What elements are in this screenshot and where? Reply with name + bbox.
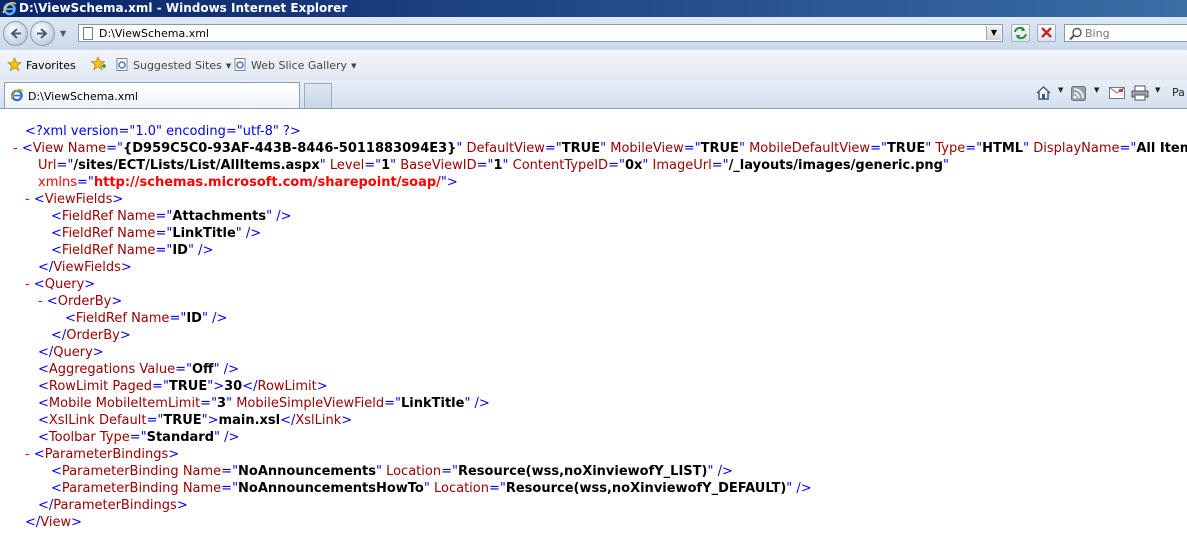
collapse-toggle[interactable]: - (25, 277, 30, 292)
favorites-bar: Favorites Suggested Sites ▼ Web Slice Gal… (0, 50, 1187, 81)
forward-button[interactable] (30, 21, 55, 46)
address-dropdown-button[interactable]: ▼ (986, 26, 1001, 40)
xml-content-area: <?xml version="1.0" encoding="utf-8" ?> … (0, 109, 1187, 542)
star-icon (6, 56, 23, 72)
page-icon (83, 27, 93, 40)
search-icon (1069, 27, 1082, 41)
home-icon[interactable] (1035, 85, 1052, 101)
print-dropdown[interactable]: ▼ (1155, 86, 1160, 94)
view-xmlns-line: xmlns="http://schemas.microsoft.com/shar… (38, 175, 458, 190)
rowlimit-line: <RowLimit Paged="TRUE">30</RowLimit> (38, 379, 328, 394)
window-title: D:\ViewSchema.xml - Windows Internet Exp… (19, 1, 348, 15)
chevron-down-icon: ▼ (351, 62, 357, 70)
collapse-toggle[interactable]: - (13, 141, 18, 156)
view-attributes-line2: Url="/sites/ECT/Lists/List/AllItems.aspx… (38, 158, 949, 173)
web-slice-gallery-link[interactable]: Web Slice Gallery ▼ (234, 58, 356, 72)
collapse-toggle[interactable]: - (25, 192, 30, 207)
tab-label: D:\ViewSchema.xml (28, 90, 138, 103)
back-arrow-icon (10, 28, 21, 39)
ie-page-icon (234, 58, 247, 71)
query-close: </Query> (38, 345, 104, 360)
favorites-label: Favorites (26, 59, 76, 72)
refresh-icon (1014, 26, 1027, 40)
collapse-toggle[interactable]: - (25, 447, 30, 462)
viewfields-open: - <ViewFields> (25, 192, 124, 207)
xsllink-line: <XslLink Default="TRUE">main.xsl</XslLin… (38, 413, 353, 428)
new-tab-button[interactable] (304, 83, 332, 108)
orderby-close: </OrderBy> (51, 328, 131, 343)
ie-logo-icon (2, 1, 17, 16)
parameterbinding-line: <ParameterBinding Name="NoAnnouncementsH… (51, 481, 812, 496)
home-dropdown[interactable]: ▼ (1058, 86, 1063, 94)
tab-viewschema[interactable]: D:\ViewSchema.xml (4, 82, 300, 108)
mail-icon[interactable] (1109, 87, 1125, 100)
parameterbinding-line: <ParameterBinding Name="NoAnnouncements"… (51, 464, 733, 479)
view-close: </View> (25, 515, 83, 530)
xml-declaration: <?xml version="1.0" encoding="utf-8" ?> (25, 124, 301, 139)
orderby-open: - <OrderBy> (38, 294, 123, 309)
navigation-bar: ▼ ▼ (0, 17, 1187, 50)
address-bar: ▼ (78, 24, 1003, 42)
stop-button[interactable] (1037, 24, 1056, 42)
suggested-sites-label: Suggested Sites (133, 59, 222, 72)
ie-page-icon (116, 58, 129, 71)
favorites-button[interactable]: Favorites (6, 56, 76, 72)
toolbar-line: <Toolbar Type="Standard" /> (38, 430, 240, 445)
fieldref-line: <FieldRef Name="ID" /> (51, 243, 214, 258)
back-button[interactable] (3, 21, 28, 46)
fieldref-line: <FieldRef Name="LinkTitle" /> (51, 226, 262, 241)
collapse-toggle[interactable]: - (38, 294, 43, 309)
view-open-tag: - <View Name="{D959C5C0-93AF-443B-8446-5… (13, 141, 1187, 156)
search-input[interactable] (1085, 26, 1185, 40)
chevron-down-icon: ▼ (225, 62, 232, 70)
query-open: - <Query> (25, 277, 96, 292)
page-menu-button[interactable]: Pa (1172, 86, 1185, 99)
fieldref-line: <FieldRef Name="Attachments" /> (51, 209, 292, 224)
suggested-sites-link[interactable]: Suggested Sites ▼ (116, 58, 231, 72)
search-box (1064, 24, 1187, 42)
add-to-favorites-bar-button[interactable] (90, 55, 107, 75)
stop-icon (1041, 27, 1052, 38)
feeds-icon[interactable] (1071, 86, 1086, 101)
ie-logo-icon (10, 88, 24, 102)
forward-arrow-icon (37, 28, 48, 39)
parameterbindings-close: </ParameterBindings> (38, 498, 188, 513)
aggregations-line: <Aggregations Value="Off" /> (38, 362, 239, 377)
tab-bar: D:\ViewSchema.xml (0, 80, 1187, 109)
print-icon[interactable] (1131, 85, 1149, 101)
feeds-dropdown[interactable]: ▼ (1094, 86, 1099, 94)
address-input[interactable] (99, 26, 979, 40)
refresh-button[interactable] (1011, 24, 1030, 42)
orderby-fieldref: <FieldRef Name="ID" /> (65, 311, 228, 326)
add-favorite-star-icon (90, 55, 106, 71)
mobile-line: <Mobile MobileItemLimit="3" MobileSimple… (38, 396, 490, 411)
web-slice-gallery-label: Web Slice Gallery (251, 59, 348, 72)
window-titlebar: D:\ViewSchema.xml - Windows Internet Exp… (0, 0, 1187, 17)
viewfields-close: </ViewFields> (38, 260, 132, 275)
recent-pages-dropdown[interactable]: ▼ (60, 29, 66, 38)
parameterbindings-open: - <ParameterBindings> (25, 447, 180, 462)
